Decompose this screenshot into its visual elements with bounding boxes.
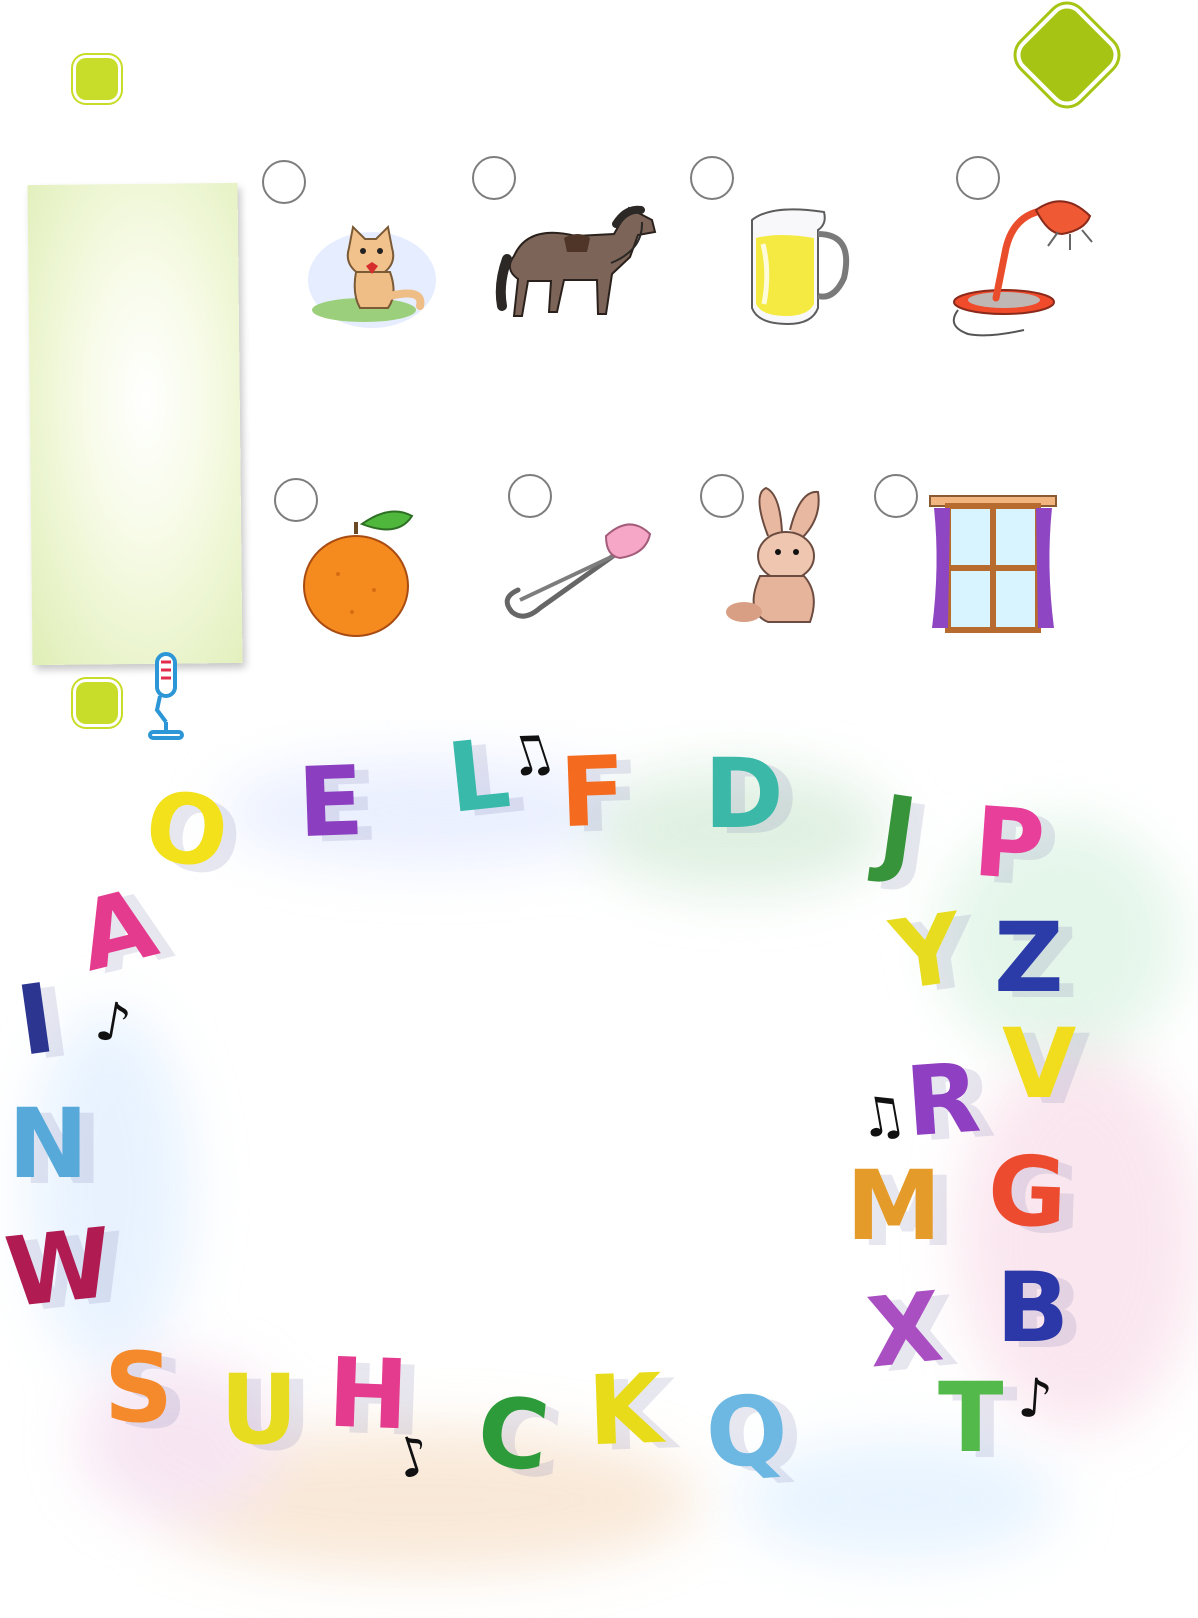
worksheet-page: A O E L F D J P Y Z V R G M B X T Q K C … (0, 0, 1198, 1618)
letter-q: Q (702, 1373, 792, 1491)
section-marker-bottom (76, 682, 118, 724)
letter-x: X (862, 1270, 948, 1390)
letter-w: W (0, 1206, 118, 1330)
letter-o: O (138, 768, 236, 892)
letter-s: S (104, 1332, 174, 1444)
answer-paper-strip (27, 182, 243, 666)
letter-n: N (8, 1088, 89, 1200)
letter-u: U (220, 1354, 298, 1466)
letter-d: D (704, 738, 784, 850)
horse-picture (495, 205, 657, 317)
letter-k: K (586, 1352, 665, 1468)
letter-r: R (902, 1041, 984, 1159)
letter-e: E (296, 744, 366, 860)
letter-m: M (846, 1150, 942, 1262)
letter-g: G (986, 1134, 1069, 1250)
letter-f: F (558, 734, 628, 850)
letter-t: T (938, 1362, 1004, 1474)
safety-pin-picture (504, 523, 652, 619)
letter-z: Z (994, 902, 1064, 1014)
music-note-icon: ♪ (1015, 1365, 1055, 1432)
alphabet-ring: A O E L F D J P Y Z V R G M B X T Q K C … (0, 720, 1198, 1618)
orange-picture (303, 510, 414, 637)
letter-b: B (996, 1252, 1070, 1364)
cat-picture (308, 224, 436, 328)
letter-y: Y (884, 891, 969, 1013)
music-note-icon: ♫ (852, 1081, 912, 1152)
window-picture (929, 495, 1057, 633)
juice-jug-picture (751, 208, 850, 326)
letter-v: V (1002, 1008, 1077, 1120)
letter-c: C (472, 1374, 555, 1494)
rabbit-picture (726, 486, 820, 623)
corner-badge (1014, 2, 1120, 108)
desk-lamp-picture (952, 200, 1093, 337)
section-marker-top (76, 58, 118, 100)
letter-p: P (970, 785, 1049, 903)
